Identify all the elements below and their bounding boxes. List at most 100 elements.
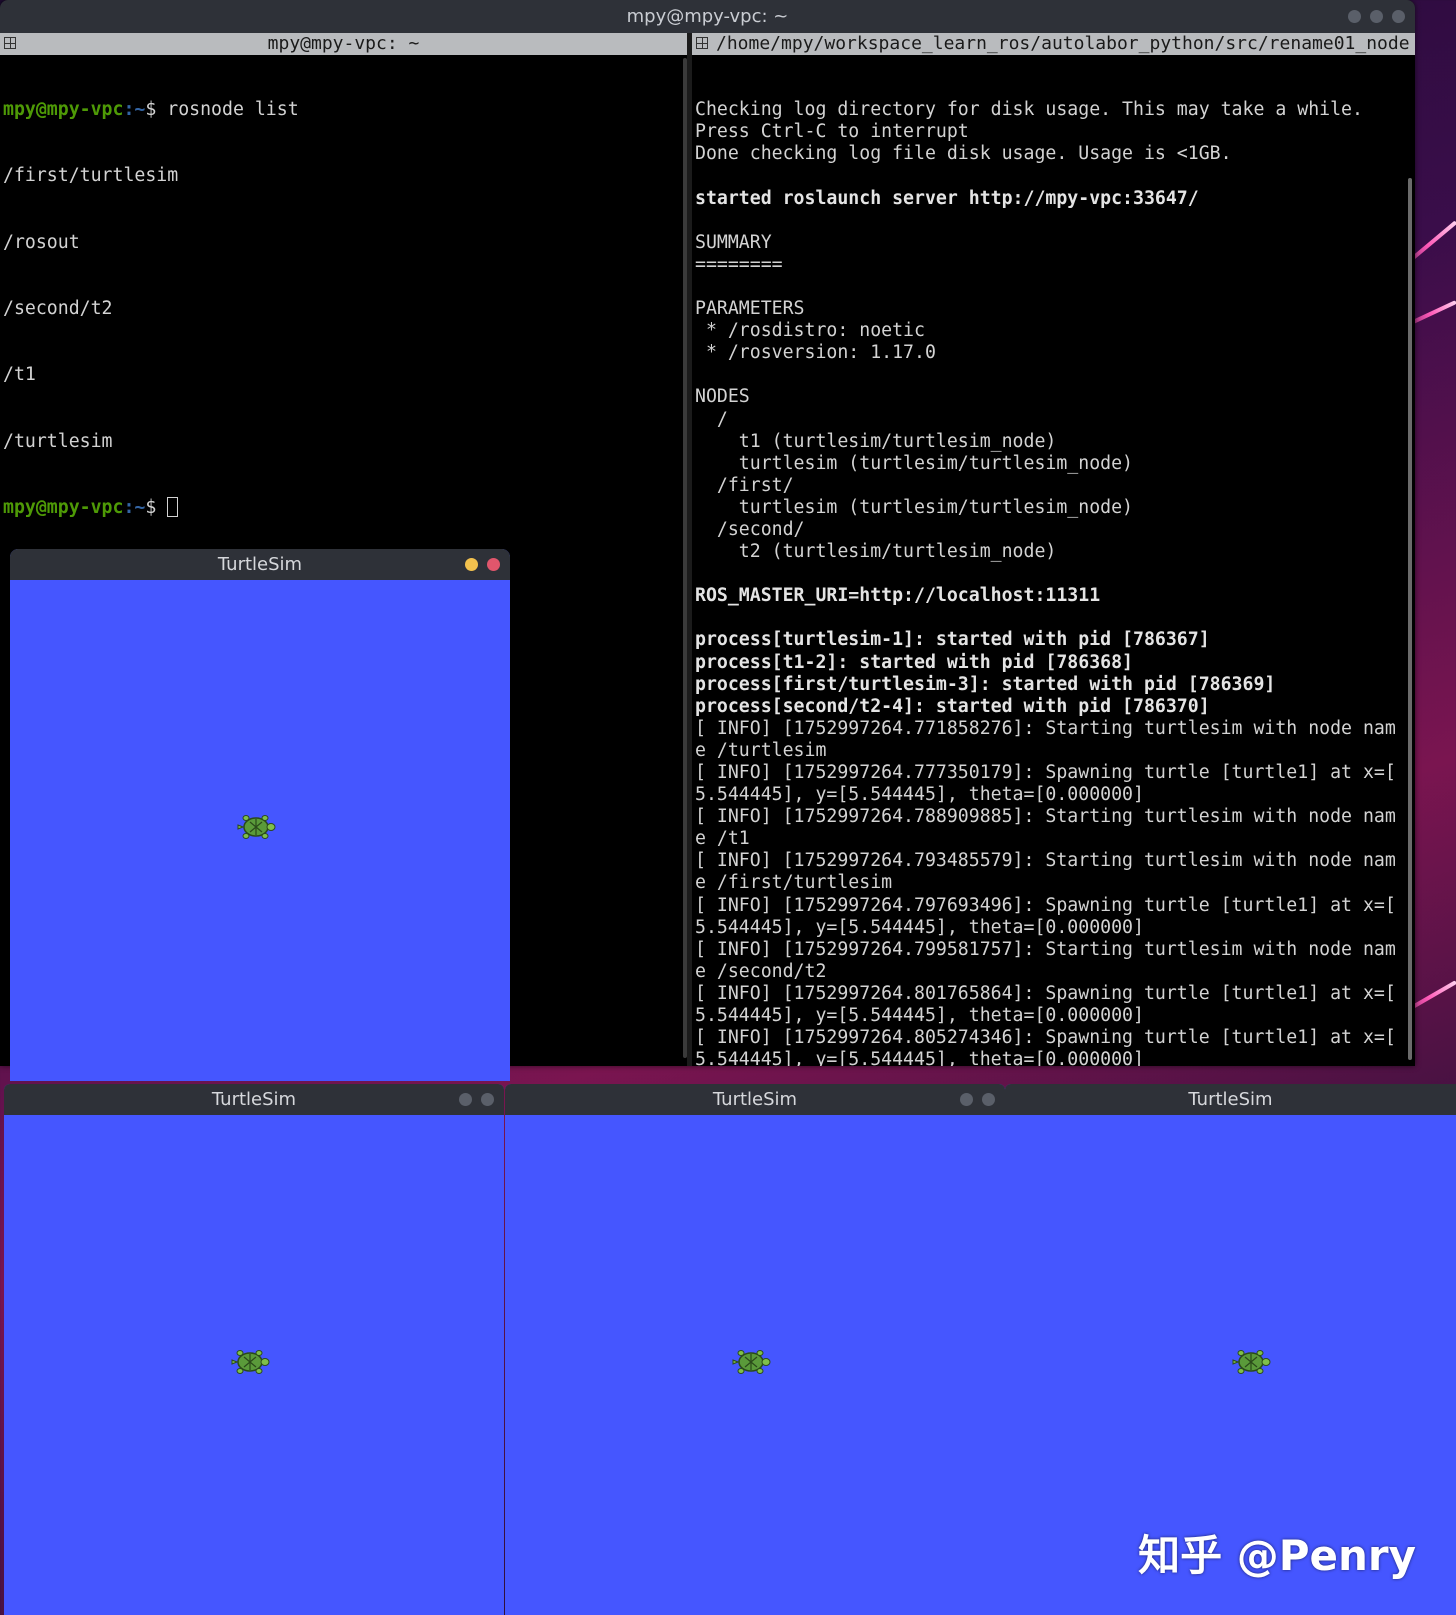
command-line: mpy@mpy-vpc:~$ bbox=[3, 496, 687, 519]
watermark: 知乎 @Penry bbox=[1138, 1531, 1416, 1580]
log-line: /first/ bbox=[695, 474, 794, 496]
log-line: e /first/turtlesim bbox=[695, 872, 893, 894]
left-pane-header[interactable]: mpy@mpy-vpc: ~ bbox=[0, 33, 687, 55]
turtle-icon bbox=[231, 1350, 270, 1374]
log-line: [ INFO] [1752997264.799581757]: Starting… bbox=[695, 938, 1396, 960]
log-line: ======== bbox=[695, 253, 783, 275]
prompt-symbol: $ bbox=[145, 99, 157, 121]
maximize-button[interactable] bbox=[1370, 10, 1383, 23]
window-controls bbox=[1348, 10, 1405, 23]
turtlesim-titlebar[interactable]: TurtleSim bbox=[4, 1084, 504, 1115]
log-line: turtlesim (turtlesim/turtlesim_node) bbox=[695, 496, 1133, 518]
log-line: Press Ctrl-C to interrupt bbox=[695, 121, 969, 143]
log-line: / bbox=[695, 408, 728, 430]
turtlesim-window[interactable]: TurtleSim bbox=[4, 1084, 504, 1615]
turtlesim-canvas bbox=[4, 1115, 504, 1615]
turtlesim-canvas bbox=[505, 1115, 1005, 1615]
log-output: Checking log directory for disk usage. T… bbox=[695, 99, 1407, 1066]
close-button[interactable] bbox=[1392, 10, 1405, 23]
terminal-titlebar[interactable]: mpy@mpy-vpc: ~ bbox=[0, 0, 1415, 33]
output-line: /first/turtlesim bbox=[3, 165, 179, 187]
log-line: ROS_MASTER_URI=http://localhost:11311 bbox=[695, 585, 1101, 607]
log-line: e /t1 bbox=[695, 828, 750, 850]
left-pane-scrollbar[interactable] bbox=[683, 58, 687, 1058]
right-pane-title: /home/mpy/workspace_learn_ros/autolabor_… bbox=[716, 33, 1410, 54]
log-line: [ INFO] [1752997264.777350179]: Spawning… bbox=[695, 762, 1396, 783]
log-line: NODES bbox=[695, 386, 750, 408]
log-line: process[turtlesim-1]: started with pid [… bbox=[695, 629, 1210, 651]
minimize-button[interactable] bbox=[459, 1093, 472, 1106]
prompt-path: :~ bbox=[123, 99, 146, 121]
turtle-icon bbox=[237, 815, 276, 839]
log-line: 5.544445], y=[5.544445], theta=[0.000000… bbox=[695, 1005, 1144, 1027]
terminal-grid-icon[interactable] bbox=[4, 37, 16, 49]
turtlesim-title: TurtleSim bbox=[217, 554, 303, 575]
log-line: t2 (turtlesim/turtlesim_node) bbox=[695, 541, 1057, 563]
log-line: Done checking log file disk usage. Usage… bbox=[695, 143, 1232, 165]
log-line: Checking log directory for disk usage. T… bbox=[695, 99, 1363, 121]
log-line: SUMMARY bbox=[695, 231, 772, 253]
output-line: /turtlesim bbox=[3, 430, 113, 452]
turtlesim-titlebar[interactable]: TurtleSim bbox=[505, 1084, 1005, 1115]
minimize-button[interactable] bbox=[960, 1093, 973, 1106]
log-line: 5.544445], y=[5.544445], theta=[0.000000… bbox=[695, 916, 1144, 938]
log-line: e /turtlesim bbox=[695, 739, 827, 761]
right-pane-scrollbar[interactable] bbox=[1408, 178, 1412, 1060]
minimize-button[interactable] bbox=[465, 558, 478, 571]
window-controls bbox=[960, 1093, 995, 1106]
left-pane-title: mpy@mpy-vpc: ~ bbox=[267, 33, 420, 54]
log-line: [ INFO] [1752997264.801765864]: Spawning… bbox=[695, 982, 1396, 1004]
log-line: 5.544445], y=[5.544445], theta=[0.000000… bbox=[695, 1049, 1144, 1066]
window-controls bbox=[459, 1093, 494, 1106]
turtlesim-titlebar[interactable]: TurtleSim bbox=[1005, 1084, 1456, 1115]
log-line: [ INFO] [1752997264.797693496]: Spawning… bbox=[695, 894, 1396, 916]
turtlesim-title: TurtleSim bbox=[712, 1089, 798, 1110]
log-line: [ INFO] [1752997264.805274346]: Spawning… bbox=[695, 1027, 1396, 1049]
turtlesim-window[interactable]: TurtleSim bbox=[10, 549, 510, 1081]
minimize-button[interactable] bbox=[1348, 10, 1361, 23]
command-line: mpy@mpy-vpc:~$ rosnode list bbox=[3, 99, 687, 121]
log-line: [ INFO] [1752997264.793485579]: Starting… bbox=[695, 850, 1396, 872]
log-line: e /second/t2 bbox=[695, 960, 827, 982]
window-controls bbox=[465, 558, 500, 571]
log-line: t1 (turtlesim/turtlesim_node) bbox=[695, 430, 1057, 452]
right-terminal-pane[interactable]: Checking log directory for disk usage. T… bbox=[692, 55, 1407, 1066]
terminal-window-title: mpy@mpy-vpc: ~ bbox=[626, 6, 789, 27]
typed-command: rosnode list bbox=[156, 99, 299, 121]
turtlesim-window[interactable]: TurtleSim bbox=[505, 1084, 1005, 1615]
terminal-grid-icon[interactable] bbox=[696, 37, 708, 49]
terminal-cursor[interactable] bbox=[167, 496, 179, 517]
log-line: process[second/t2-4]: started with pid [… bbox=[695, 695, 1210, 717]
log-line: * /rosdistro: noetic bbox=[695, 320, 925, 342]
turtlesim-title: TurtleSim bbox=[1188, 1089, 1273, 1110]
turtle-icon bbox=[1232, 1350, 1271, 1374]
close-button[interactable] bbox=[487, 558, 500, 571]
output-line: /rosout bbox=[3, 231, 80, 253]
turtlesim-title: TurtleSim bbox=[211, 1089, 297, 1110]
close-button[interactable] bbox=[982, 1093, 995, 1106]
log-line: 5.544445], y=[5.544445], theta=[0.000000… bbox=[695, 784, 1144, 806]
log-line: /second/ bbox=[695, 518, 805, 540]
right-pane-header[interactable]: /home/mpy/workspace_learn_ros/autolabor_… bbox=[692, 33, 1415, 55]
log-line: PARAMETERS bbox=[695, 298, 805, 320]
turtlesim-canvas bbox=[10, 580, 510, 1081]
output-line: /t1 bbox=[3, 364, 36, 386]
prompt-symbol: $ bbox=[145, 496, 157, 518]
output-line: /second/t2 bbox=[3, 298, 113, 320]
log-line: process[first/turtlesim-3]: started with… bbox=[695, 673, 1276, 695]
log-line: turtlesim (turtlesim/turtlesim_node) bbox=[695, 452, 1133, 474]
log-line: process[t1-2]: started with pid [786368] bbox=[695, 651, 1133, 673]
close-button[interactable] bbox=[481, 1093, 494, 1106]
prompt-path: :~ bbox=[123, 496, 146, 518]
log-line: [ INFO] [1752997264.788909885]: Starting… bbox=[695, 806, 1396, 828]
log-line: started roslaunch server http://mpy-vpc:… bbox=[695, 187, 1199, 209]
turtlesim-titlebar[interactable]: TurtleSim bbox=[10, 549, 510, 580]
log-line: * /rosversion: 1.17.0 bbox=[695, 342, 936, 364]
prompt-user: mpy@mpy-vpc bbox=[3, 496, 124, 518]
